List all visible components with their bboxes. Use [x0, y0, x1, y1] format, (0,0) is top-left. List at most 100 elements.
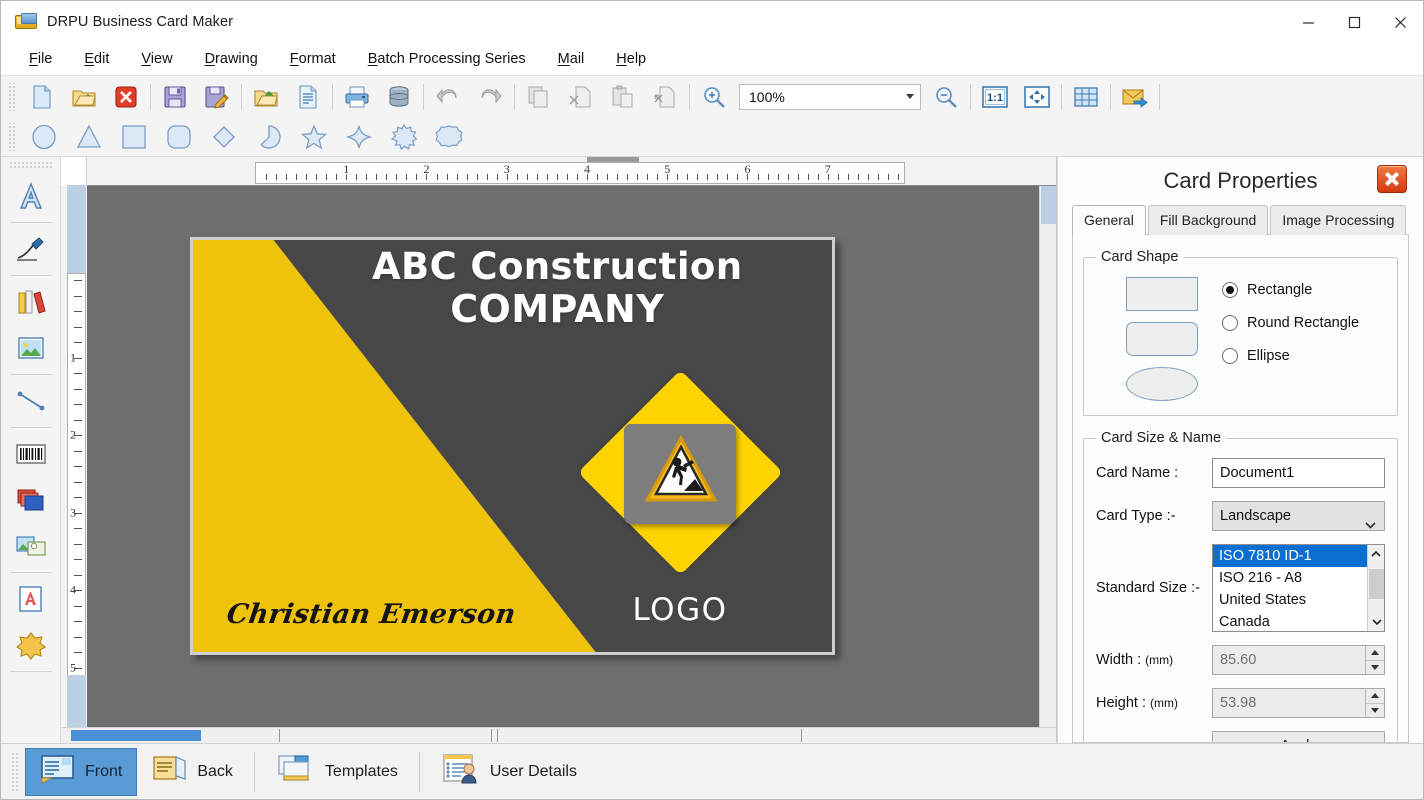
menu-file[interactable]: File [15, 47, 66, 71]
radio-rectangle[interactable]: Rectangle [1222, 282, 1359, 298]
export-folder-icon[interactable] [245, 78, 287, 116]
bottom-tab-back[interactable]: Back [137, 748, 248, 796]
menu-view[interactable]: View [127, 47, 186, 71]
business-card-design[interactable]: ABC Construction COMPANY Christian Emers… [190, 237, 835, 655]
vertical-scroll-bottom[interactable] [67, 675, 86, 727]
card-logo[interactable]: LOGO [577, 369, 784, 630]
canvas-vertical-scroll-thumb[interactable] [1041, 186, 1056, 224]
vertical-ruler[interactable]: 1 2 3 4 5 [67, 273, 86, 688]
tab-fill-background[interactable]: Fill Background [1147, 205, 1269, 235]
bottom-tab-templates[interactable]: Templates [261, 748, 413, 796]
rectangle-preview[interactable] [1126, 277, 1198, 311]
menu-mail[interactable]: Mail [544, 47, 599, 71]
list-item[interactable]: United States [1213, 589, 1367, 611]
height-increment-icon[interactable] [1366, 689, 1384, 704]
fit-to-window-icon[interactable] [1016, 78, 1058, 116]
delete-icon[interactable] [644, 78, 686, 116]
apply-button[interactable]: Apply [1212, 731, 1385, 742]
polygon-shape-icon[interactable] [426, 119, 471, 155]
chevron-down-icon[interactable] [1368, 614, 1384, 631]
bottom-tab-user-details[interactable]: User Details [426, 748, 592, 796]
redo-icon[interactable] [469, 78, 511, 116]
square-shape-icon[interactable] [111, 119, 156, 155]
height-stepper[interactable]: 53.98 [1212, 688, 1385, 718]
round-rectangle-preview[interactable] [1126, 322, 1198, 356]
text-tool-icon[interactable] [8, 173, 54, 219]
cut-icon[interactable] [560, 78, 602, 116]
picture-frame-tool-icon[interactable] [8, 523, 54, 569]
chevron-up-icon[interactable] [1368, 545, 1384, 562]
height-decrement-icon[interactable] [1366, 703, 1384, 717]
horizontal-ruler[interactable]: 1 2 3 4 5 6 7 [255, 162, 905, 184]
canvas-horizontal-scroll-thumb[interactable] [71, 730, 201, 741]
zoom-out-icon[interactable] [925, 78, 967, 116]
paste-icon[interactable] [602, 78, 644, 116]
close-document-icon[interactable] [105, 78, 147, 116]
horizontal-ruler-handle[interactable] [587, 157, 639, 162]
save-as-icon[interactable] [196, 78, 238, 116]
menu-batch-processing-series[interactable]: Batch Processing Series [354, 47, 540, 71]
zoom-in-icon[interactable] [693, 78, 735, 116]
close-panel-icon[interactable] [1377, 165, 1407, 193]
chevron-down-icon[interactable] [900, 85, 920, 109]
card-person-name[interactable]: Christian Emerson [225, 599, 518, 630]
undo-icon[interactable] [427, 78, 469, 116]
menu-help[interactable]: Help [602, 47, 660, 71]
toolbar-grip[interactable] [7, 82, 17, 111]
open-folder-icon[interactable] [63, 78, 105, 116]
width-decrement-icon[interactable] [1366, 660, 1384, 674]
menu-edit[interactable]: Edit [70, 47, 123, 71]
save-icon[interactable] [154, 78, 196, 116]
ellipse-preview[interactable] [1126, 367, 1198, 401]
diamond-shape-icon[interactable] [201, 119, 246, 155]
card-company-title[interactable]: ABC Construction COMPANY [308, 245, 806, 331]
bottom-bar-grip[interactable] [11, 751, 19, 792]
zoom-combo[interactable]: 100% [739, 83, 921, 110]
standard-size-listbox[interactable]: ISO 7810 ID-1 ISO 216 - A8 United States… [1212, 544, 1385, 632]
list-item[interactable]: Canada [1213, 611, 1367, 631]
radio-ellipse[interactable]: Ellipse [1222, 348, 1359, 364]
library-tool-icon[interactable] [8, 279, 54, 325]
shapes-layer-tool-icon[interactable] [8, 477, 54, 523]
menu-drawing[interactable]: Drawing [191, 47, 272, 71]
list-item[interactable]: ISO 7810 ID-1 [1213, 545, 1367, 567]
triangle-shape-icon[interactable] [66, 119, 111, 155]
shapes-toolbar-grip[interactable] [7, 122, 17, 151]
database-icon[interactable] [378, 78, 420, 116]
minimize-button[interactable] [1285, 1, 1331, 43]
star4-shape-icon[interactable] [336, 119, 381, 155]
listbox-scroll-thumb[interactable] [1369, 569, 1384, 599]
bottom-tab-front[interactable]: Front [25, 747, 138, 796]
rounded-rect-shape-icon[interactable] [156, 119, 201, 155]
barcode-tool-icon[interactable] [8, 431, 54, 477]
canvas-vertical-scrollbar[interactable] [1039, 186, 1056, 727]
star5-shape-icon[interactable] [291, 119, 336, 155]
print-icon[interactable] [336, 78, 378, 116]
width-stepper[interactable]: 85.60 [1212, 645, 1385, 675]
listbox-scrollbar[interactable] [1367, 545, 1384, 631]
copy-icon[interactable] [518, 78, 560, 116]
vertical-scroll-top[interactable] [67, 185, 86, 273]
radio-round-rectangle[interactable]: Round Rectangle [1222, 315, 1359, 331]
grid-icon[interactable] [1065, 78, 1107, 116]
list-item[interactable]: ISO 216 - A8 [1213, 567, 1367, 589]
canvas-stage[interactable]: ABC Construction COMPANY Christian Emers… [87, 185, 1056, 727]
card-name-input[interactable]: Document1 [1212, 458, 1385, 488]
new-document-icon[interactable] [21, 78, 63, 116]
maximize-button[interactable] [1331, 1, 1377, 43]
text-document-tool-icon[interactable] [8, 576, 54, 622]
document-properties-icon[interactable] [287, 78, 329, 116]
send-mail-icon[interactable] [1114, 78, 1156, 116]
pie-shape-icon[interactable] [246, 119, 291, 155]
ellipse-shape-icon[interactable] [21, 119, 66, 155]
image-tool-icon[interactable] [8, 325, 54, 371]
rail-grip[interactable] [8, 161, 53, 169]
menu-format[interactable]: Format [276, 47, 350, 71]
line-tool-icon[interactable] [8, 378, 54, 424]
card-type-select[interactable]: Landscape [1212, 501, 1385, 531]
width-increment-icon[interactable] [1366, 646, 1384, 661]
signature-tool-icon[interactable] [8, 226, 54, 272]
burst-shape-icon[interactable] [381, 119, 426, 155]
tab-general[interactable]: General [1072, 205, 1146, 235]
watermark-tool-icon[interactable] [8, 622, 54, 668]
